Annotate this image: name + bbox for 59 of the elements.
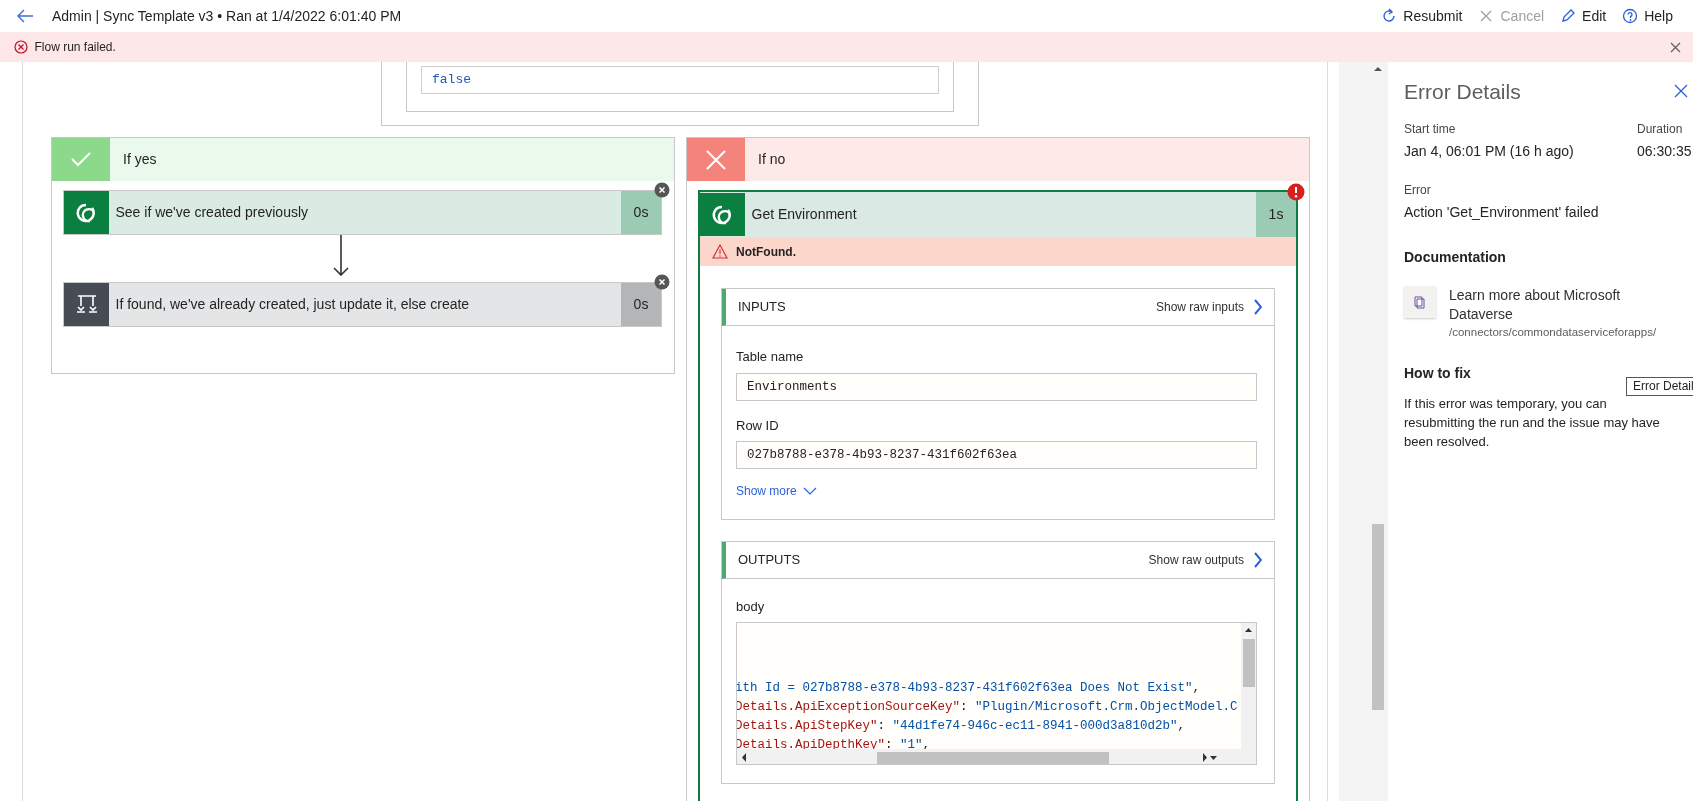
close-icon[interactable] <box>654 273 670 290</box>
branch-label: If yes <box>123 150 157 169</box>
value-field: 027b8788-e378-4b93-8237-431f602f63ea <box>736 441 1257 469</box>
command-button[interactable]: Resubmit <box>1373 5 1471 27</box>
fix-text: If this error was temporary, you can <box>1404 395 1608 414</box>
arrow-connector <box>331 235 351 276</box>
action-card[interactable]: See if we've created previously 0s <box>63 190 662 235</box>
banner-message: Flow run failed. <box>34 39 116 56</box>
field-value: 06:30:35 <box>1637 141 1693 161</box>
value-field: false <box>421 66 939 94</box>
back-icon[interactable] <box>16 8 34 24</box>
error-message: NotFound. <box>736 243 796 261</box>
close-icon[interactable] <box>1670 41 1681 53</box>
section-title: INPUTS <box>738 298 786 317</box>
panel-title: Error Details <box>1404 79 1521 105</box>
chevron-icon <box>1252 551 1262 568</box>
close-icon[interactable] <box>654 182 670 198</box>
raw-link[interactable]: Show raw outputs <box>1148 550 1262 569</box>
refresh-icon <box>1381 8 1398 24</box>
fix-text: resubmitting the run and the issue may have <box>1404 414 1661 433</box>
doc-link[interactable]: Learn more about Microsoft Dataverse <box>1449 286 1639 324</box>
show-more-link[interactable]: Show more <box>736 482 818 500</box>
chevron-icon <box>803 487 818 495</box>
field-label: Duration <box>1637 120 1684 138</box>
warning-icon <box>712 244 728 259</box>
action-title: If found, we've already created, just update it, else create <box>115 294 471 314</box>
doc-path: /connectors/commondataserviceforapps/ <box>1449 325 1657 340</box>
section-heading: Documentation <box>1404 248 1507 267</box>
page-title: Admin | Sync Template v3 • Ran at 1/4/2022 6:01:40 PM <box>52 6 402 26</box>
action-card[interactable]: If found, we've already created, just update it, else create 0s <box>63 281 662 327</box>
close-icon[interactable] <box>1674 83 1688 98</box>
help-icon <box>1622 8 1639 24</box>
field-label: body <box>736 597 766 616</box>
branch-label: If no <box>758 150 786 169</box>
pencil-icon <box>1560 8 1577 24</box>
documents-icon <box>1413 294 1427 310</box>
value-field: Environments <box>736 372 1257 401</box>
field-value: Action 'Get_Environment' failed <box>1404 203 1600 222</box>
action-title: See if we've created previously <box>115 203 310 222</box>
tooltip: Error Detail <box>1626 377 1693 396</box>
field-label: Row ID <box>736 416 780 435</box>
action-title: Get Environment <box>751 205 858 224</box>
duration-label: 1s <box>1268 205 1284 224</box>
raw-link[interactable]: Show raw inputs <box>1155 298 1262 316</box>
chevron-icon <box>1252 299 1262 315</box>
field-value: Jan 4, 06:01 PM (16 h ago) <box>1404 141 1574 161</box>
duration-label: 0s <box>633 203 649 222</box>
condition-icon <box>74 292 99 316</box>
field-label: Error <box>1404 181 1432 199</box>
duration-label: 0s <box>633 294 649 314</box>
fix-text: been resolved. <box>1404 433 1491 452</box>
section-heading: How to fix <box>1404 364 1472 384</box>
command-button[interactable]: Help <box>1614 5 1681 27</box>
section-title: OUTPUTS <box>738 550 801 569</box>
field-label: Table name <box>736 348 805 366</box>
error-badge-icon <box>1287 183 1305 201</box>
error-icon <box>14 40 28 54</box>
command-button[interactable]: Edit <box>1552 5 1615 27</box>
field-label: Start time <box>1404 120 1457 138</box>
